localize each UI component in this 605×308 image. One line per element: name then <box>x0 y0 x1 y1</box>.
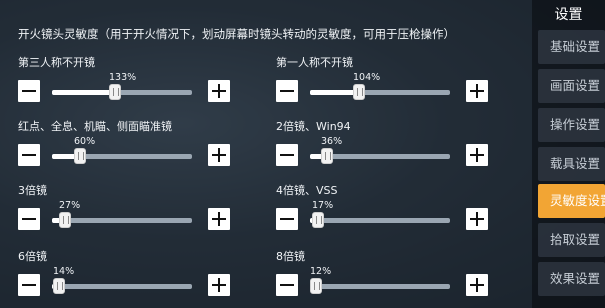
sidebar-item-controls[interactable]: 操作设置 <box>538 108 605 142</box>
slider-3x-scope: 3倍镜 27% <box>18 182 278 242</box>
slider-red-dot-holo-iron: 红点、全息、机瞄、侧面瞄准镜 60% <box>18 118 278 178</box>
slider-value: 12% <box>310 266 332 277</box>
minus-icon <box>280 284 294 286</box>
slider-value: 60% <box>74 136 96 147</box>
slider-label: 6倍镜 <box>18 250 47 263</box>
sidebar-item-basic[interactable]: 基础设置 <box>538 30 605 64</box>
section-title: 开火镜头灵敏度（用于开火情况下，划动屏幕时镜头转动的灵敏度，可用于压枪操作） <box>18 27 455 41</box>
slider-label: 8倍镜 <box>276 250 305 263</box>
decrease-button[interactable] <box>276 274 298 296</box>
slider-label: 3倍镜 <box>18 184 47 197</box>
slider-label: 第三人称不开镜 <box>18 56 95 69</box>
slider-track[interactable] <box>310 278 450 294</box>
slider-track[interactable] <box>52 212 192 228</box>
increase-button[interactable] <box>466 144 488 166</box>
slider-fill <box>310 90 359 95</box>
plus-icon-vertical <box>476 148 478 162</box>
plus-icon-vertical <box>218 148 220 162</box>
plus-icon-vertical <box>476 278 478 292</box>
minus-icon <box>280 218 294 220</box>
slider-thumb[interactable] <box>109 84 121 100</box>
slider-third-person-no-scope: 第三人称不开镜 133% <box>18 54 278 114</box>
slider-thumb[interactable] <box>310 278 322 294</box>
plus-icon-vertical <box>476 212 478 226</box>
slider-value: 36% <box>321 136 343 147</box>
increase-button[interactable] <box>466 208 488 230</box>
slider-value: 133% <box>109 72 137 83</box>
slider-8x-scope: 8倍镜 12% <box>276 248 536 308</box>
slider-4x-vss: 4倍镜、VSS 17% <box>276 182 536 242</box>
slider-first-person-no-scope: 第一人称不开镜 104% <box>276 54 536 114</box>
slider-value: 14% <box>53 266 75 277</box>
increase-button[interactable] <box>466 274 488 296</box>
slider-track[interactable] <box>310 84 450 100</box>
plus-icon-vertical <box>218 278 220 292</box>
sidebar-item-vehicle[interactable]: 载具设置 <box>538 147 605 181</box>
increase-button[interactable] <box>208 80 230 102</box>
slider-track[interactable] <box>310 212 450 228</box>
slider-track[interactable] <box>52 84 192 100</box>
minus-icon <box>22 154 36 156</box>
slider-value: 27% <box>59 200 81 211</box>
decrease-button[interactable] <box>276 144 298 166</box>
decrease-button[interactable] <box>18 208 40 230</box>
decrease-button[interactable] <box>18 144 40 166</box>
slider-track[interactable] <box>310 148 450 164</box>
decrease-button[interactable] <box>18 80 40 102</box>
slider-label: 4倍镜、VSS <box>276 184 338 197</box>
sidebar-item-pickup[interactable]: 拾取设置 <box>538 223 605 257</box>
slider-label: 第一人称不开镜 <box>276 56 353 69</box>
sidebar-item-graphics[interactable]: 画面设置 <box>538 69 605 103</box>
slider-thumb[interactable] <box>353 84 365 100</box>
slider-thumb[interactable] <box>321 148 333 164</box>
sidebar-title: 设置 <box>554 7 583 23</box>
slider-fill <box>52 90 115 95</box>
minus-icon <box>22 284 36 286</box>
increase-button[interactable] <box>466 80 488 102</box>
increase-button[interactable] <box>208 144 230 166</box>
slider-label: 红点、全息、机瞄、侧面瞄准镜 <box>18 120 172 133</box>
decrease-button[interactable] <box>276 208 298 230</box>
slider-thumb[interactable] <box>74 148 86 164</box>
minus-icon <box>22 90 36 92</box>
slider-thumb[interactable] <box>53 278 65 294</box>
slider-label: 2倍镜、Win94 <box>276 120 351 133</box>
decrease-button[interactable] <box>276 80 298 102</box>
minus-icon <box>22 218 36 220</box>
sensitivity-panel: 开火镜头灵敏度（用于开火情况下，划动屏幕时镜头转动的灵敏度，可用于压枪操作） 第… <box>0 0 532 308</box>
slider-track[interactable] <box>52 148 192 164</box>
slider-thumb[interactable] <box>59 212 71 228</box>
slider-value: 17% <box>312 200 334 211</box>
minus-icon <box>280 90 294 92</box>
decrease-button[interactable] <box>18 274 40 296</box>
minus-icon <box>280 154 294 156</box>
slider-value: 104% <box>353 72 381 83</box>
slider-track[interactable] <box>52 278 192 294</box>
sidebar-item-sensitivity[interactable]: 灵敏度设置 <box>538 184 605 218</box>
settings-sidebar: 设置 基础设置 画面设置 操作设置 载具设置 灵敏度设置 拾取设置 效果设置 <box>532 0 605 308</box>
increase-button[interactable] <box>208 274 230 296</box>
sidebar-item-effects[interactable]: 效果设置 <box>538 262 605 296</box>
slider-6x-scope: 6倍镜 14% <box>18 248 278 308</box>
increase-button[interactable] <box>208 208 230 230</box>
plus-icon-vertical <box>218 84 220 98</box>
plus-icon-vertical <box>218 212 220 226</box>
plus-icon-vertical <box>476 84 478 98</box>
slider-2x-win94: 2倍镜、Win94 36% <box>276 118 536 178</box>
slider-thumb[interactable] <box>312 212 324 228</box>
